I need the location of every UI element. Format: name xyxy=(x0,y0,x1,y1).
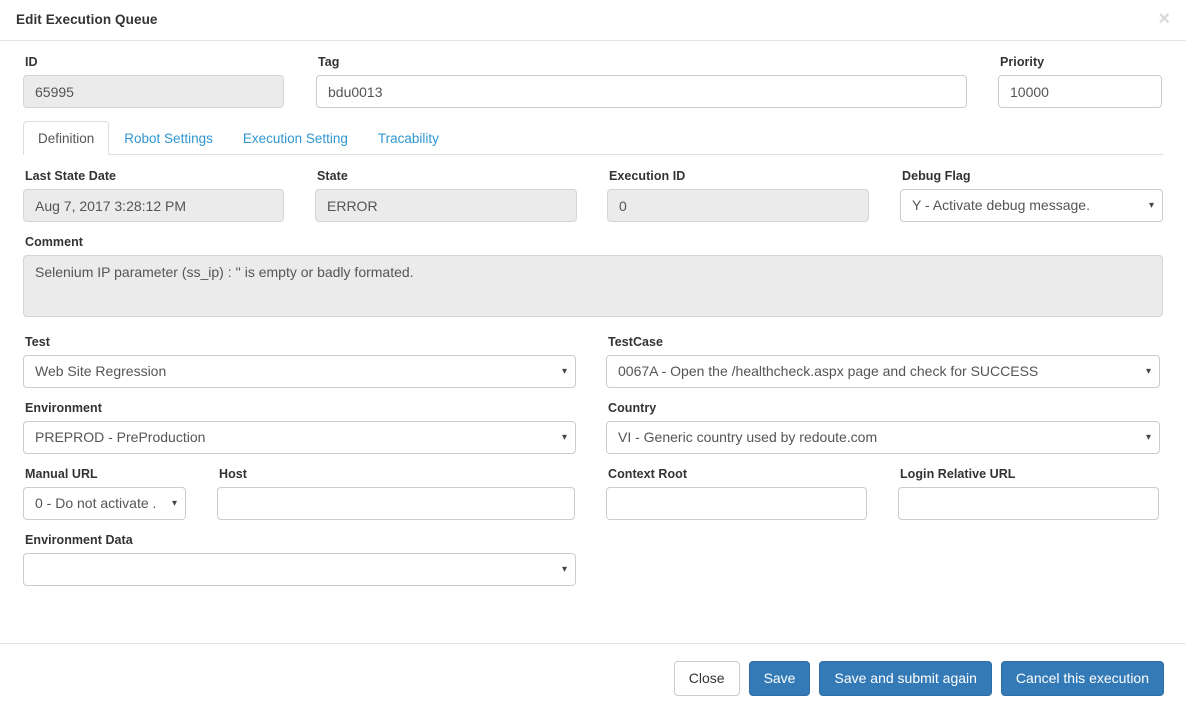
country-select-wrap[interactable]: VI - Generic country used by redoute.com… xyxy=(606,421,1160,454)
tab-tracability[interactable]: Tracability xyxy=(363,121,454,155)
field-environment: Environment PREPROD - PreProduction ▾ xyxy=(23,401,576,454)
testcase-select[interactable]: 0067A - Open the /healthcheck.aspx page … xyxy=(606,355,1160,388)
id-input[interactable] xyxy=(23,75,284,108)
label-id: ID xyxy=(25,55,38,69)
modal-header: Edit Execution Queue × xyxy=(0,0,1186,41)
tab-tracability-link[interactable]: Tracability xyxy=(363,121,454,155)
test-select-wrap[interactable]: Web Site Regression ▾ xyxy=(23,355,576,388)
modal-body: ID Tag Priority Definition Robot Setting… xyxy=(0,41,1186,643)
test-row: Test Web Site Regression ▾ TestCase 0067… xyxy=(23,335,1163,401)
field-testcase: TestCase 0067A - Open the /healthcheck.a… xyxy=(606,335,1160,388)
label-execution-id: Execution ID xyxy=(609,169,686,183)
tag-input[interactable] xyxy=(316,75,967,108)
environment-data-row: Environment Data ▾ xyxy=(23,533,1163,599)
label-state: State xyxy=(317,169,348,183)
tab-execution-setting[interactable]: Execution Setting xyxy=(228,121,363,155)
manual-url-select[interactable]: 0 - Do not activate . xyxy=(23,487,186,520)
top-fields-row: ID Tag Priority xyxy=(23,55,1163,121)
field-test: Test Web Site Regression ▾ xyxy=(23,335,576,388)
label-testcase: TestCase xyxy=(608,335,664,349)
label-comment: Comment xyxy=(25,235,83,249)
last-state-date-input[interactable] xyxy=(23,189,284,222)
field-execution-id: Execution ID xyxy=(607,169,869,222)
state-row: Last State Date State Execution ID Debug… xyxy=(23,169,1163,235)
debug-flag-select[interactable]: Y - Activate debug message. xyxy=(900,189,1163,222)
field-country: Country VI - Generic country used by red… xyxy=(606,401,1160,454)
environment-data-select[interactable] xyxy=(23,553,576,586)
field-tag: Tag xyxy=(316,55,967,108)
environment-row: Environment PREPROD - PreProduction ▾ Co… xyxy=(23,401,1163,467)
label-country: Country xyxy=(608,401,657,415)
label-tag: Tag xyxy=(318,55,340,69)
label-priority: Priority xyxy=(1000,55,1045,69)
tab-robot-settings[interactable]: Robot Settings xyxy=(109,121,228,155)
label-login-relative-url: Login Relative URL xyxy=(900,467,1016,481)
page-title: Edit Execution Queue xyxy=(16,11,158,27)
comment-row: Comment Selenium IP parameter (ss_ip) : … xyxy=(23,235,1163,335)
save-and-submit-again-button[interactable]: Save and submit again xyxy=(819,660,992,697)
debug-flag-select-wrap[interactable]: Y - Activate debug message. ▾ xyxy=(900,189,1163,222)
environment-data-select-wrap[interactable]: ▾ xyxy=(23,553,576,586)
testcase-select-wrap[interactable]: 0067A - Open the /healthcheck.aspx page … xyxy=(606,355,1160,388)
field-priority: Priority xyxy=(998,55,1162,108)
manual-url-select-wrap[interactable]: 0 - Do not activate . ▾ xyxy=(23,487,186,520)
host-input[interactable] xyxy=(217,487,575,520)
tab-definition[interactable]: Definition xyxy=(23,120,110,155)
test-select[interactable]: Web Site Regression xyxy=(23,355,576,388)
tab-execution-setting-link[interactable]: Execution Setting xyxy=(228,121,363,155)
field-login-relative-url: Login Relative URL xyxy=(898,467,1159,520)
modal-footer: Close Save Save and submit again Cancel … xyxy=(0,643,1186,713)
context-root-input[interactable] xyxy=(606,487,867,520)
label-last-state-date: Last State Date xyxy=(25,169,117,183)
login-relative-url-input[interactable] xyxy=(898,487,1159,520)
label-host: Host xyxy=(219,467,247,481)
country-select[interactable]: VI - Generic country used by redoute.com xyxy=(606,421,1160,454)
field-state: State xyxy=(315,169,577,222)
close-button[interactable]: Close xyxy=(673,660,740,697)
tab-definition-link[interactable]: Definition xyxy=(23,120,110,155)
environment-select[interactable]: PREPROD - PreProduction xyxy=(23,421,576,454)
field-id: ID xyxy=(23,55,284,108)
tab-robot-settings-link[interactable]: Robot Settings xyxy=(109,121,228,155)
field-debug-flag: Debug Flag Y - Activate debug message. ▾ xyxy=(900,169,1163,222)
field-comment: Comment Selenium IP parameter (ss_ip) : … xyxy=(23,235,1163,322)
field-last-state-date: Last State Date xyxy=(23,169,284,222)
execution-id-input[interactable] xyxy=(607,189,869,222)
url-row: Manual URL 0 - Do not activate . ▾ Host … xyxy=(23,467,1163,533)
label-test: Test xyxy=(25,335,50,349)
save-button[interactable]: Save xyxy=(748,660,811,697)
label-environment: Environment xyxy=(25,401,102,415)
state-input[interactable] xyxy=(315,189,577,222)
environment-select-wrap[interactable]: PREPROD - PreProduction ▾ xyxy=(23,421,576,454)
field-context-root: Context Root xyxy=(606,467,867,520)
comment-textarea[interactable]: Selenium IP parameter (ss_ip) : '' is em… xyxy=(23,255,1163,317)
priority-input[interactable] xyxy=(998,75,1162,108)
field-environment-data: Environment Data ▾ xyxy=(23,533,576,586)
label-debug-flag: Debug Flag xyxy=(902,169,971,183)
field-host: Host xyxy=(217,467,575,520)
label-manual-url: Manual URL xyxy=(25,467,98,481)
cancel-this-execution-button[interactable]: Cancel this execution xyxy=(1000,660,1164,697)
tab-bar: Definition Robot Settings Execution Sett… xyxy=(23,120,1163,155)
edit-execution-queue-modal: Edit Execution Queue × ID Tag Priority D… xyxy=(0,0,1186,713)
field-manual-url: Manual URL 0 - Do not activate . ▾ xyxy=(23,467,186,520)
label-context-root: Context Root xyxy=(608,467,688,481)
close-icon[interactable]: × xyxy=(1154,7,1174,31)
label-environment-data: Environment Data xyxy=(25,533,133,547)
